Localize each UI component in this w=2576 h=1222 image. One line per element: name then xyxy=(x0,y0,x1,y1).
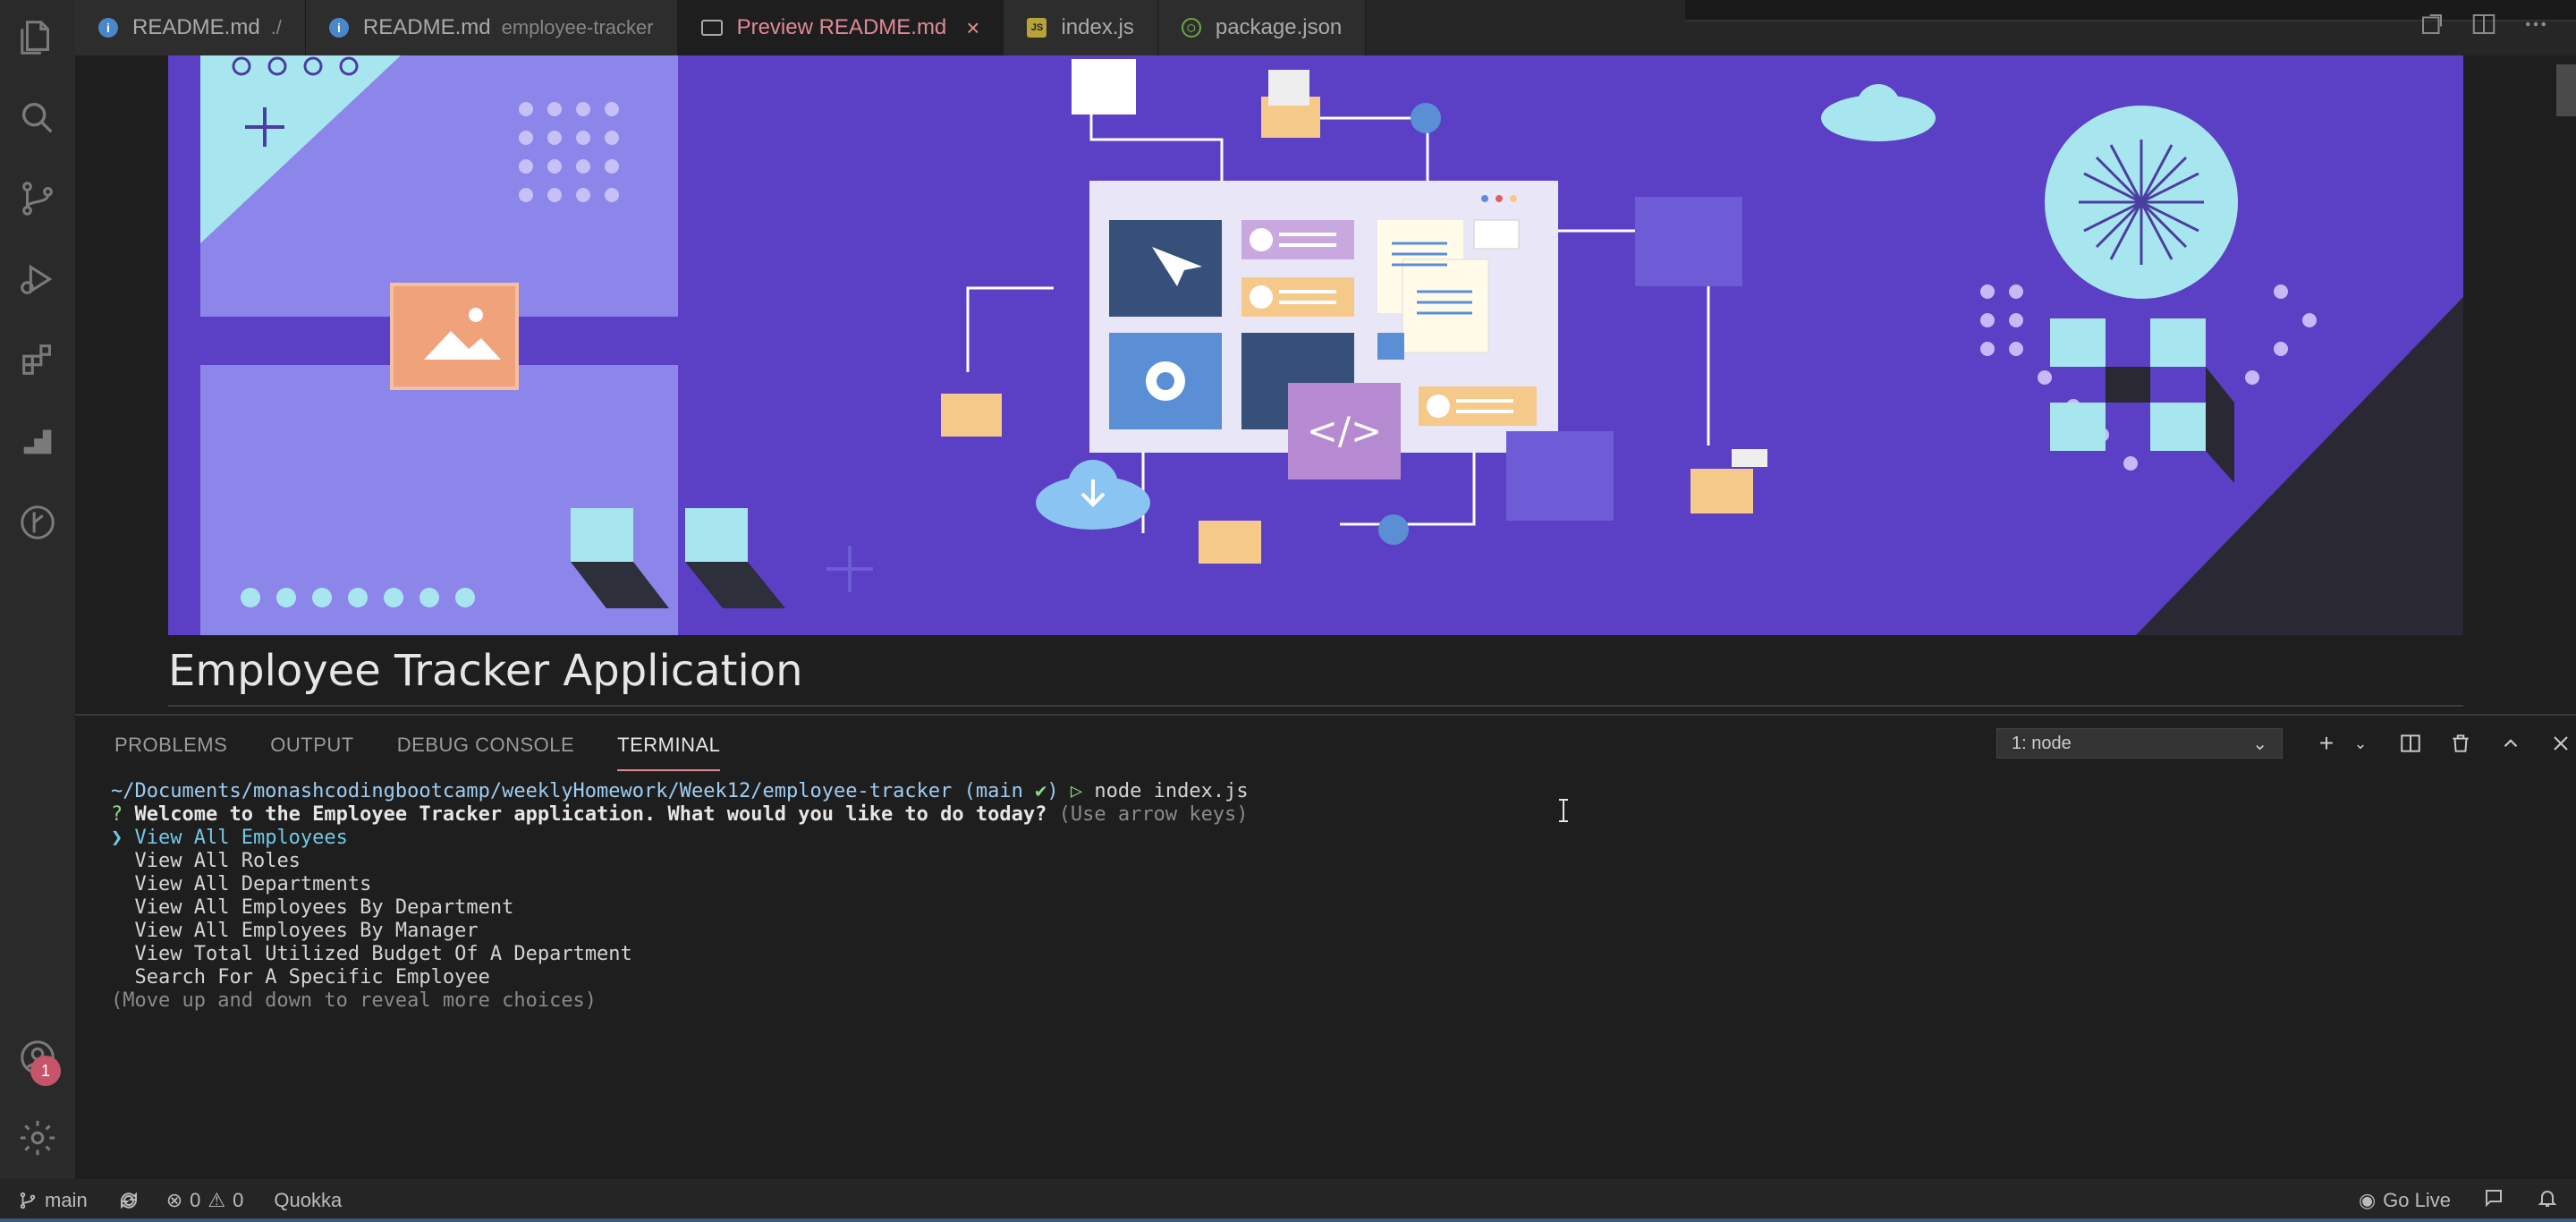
bell-icon[interactable] xyxy=(2537,1187,2558,1214)
inquirer-footer: (Move up and down to reveal more choices… xyxy=(111,989,597,1012)
branch-icon xyxy=(20,1192,36,1209)
tab-label: index.js xyxy=(1061,15,1134,39)
text-cursor-icon xyxy=(1559,799,1568,822)
chevron-down-icon[interactable]: ⌄ xyxy=(2345,728,2376,759)
terminal-question-line: ? Welcome to the Employee Tracker applic… xyxy=(111,803,1249,826)
menu-choice[interactable]: View All Employees By Department xyxy=(111,896,1249,920)
tab-debug-console[interactable]: DEBUG CONSOLE xyxy=(397,734,574,771)
chevron-down-icon: ⌄ xyxy=(2252,734,2267,754)
preview-icon xyxy=(700,20,723,36)
terminal-path: ~/Documents/monashcodingbootcamp/weeklyH… xyxy=(111,780,953,802)
js-icon: JS xyxy=(1027,18,1047,38)
tab-description: employee-tracker xyxy=(501,16,654,38)
tab-label: Preview README.md xyxy=(736,15,947,39)
terminal-command-line: ~/Documents/monashcodingbootcamp/weeklyH… xyxy=(111,780,1249,802)
terminal-output[interactable]: ~/Documents/monashcodingbootcamp/weeklyH… xyxy=(111,780,1249,1013)
inquirer-hint: (Use arrow keys) xyxy=(1058,803,1249,826)
menu-choice[interactable]: Search For A Specific Employee xyxy=(111,966,1249,989)
feedback-icon[interactable] xyxy=(2483,1187,2504,1214)
sync-icon[interactable] xyxy=(118,1190,140,1211)
open-preview-icon[interactable] xyxy=(2419,11,2445,38)
tab-label: README.md xyxy=(362,15,491,39)
problems-status[interactable]: ⊗ 0 ⚠ 0 xyxy=(166,1189,244,1212)
heading-divider xyxy=(168,705,2463,707)
activity-bar: 1 xyxy=(0,0,75,1179)
markdown-preview: </> Employee Tracker Application xyxy=(75,55,2576,714)
status-right: ◉ Go Live xyxy=(2341,1179,2558,1222)
prompt-symbol: ▷ xyxy=(1070,780,1083,802)
notification-badge: 1 xyxy=(30,1056,61,1086)
menu-choice-selected[interactable]: ❯ View All Employees xyxy=(111,827,1249,850)
error-icon: ⊗ xyxy=(165,1189,183,1211)
window-bottom-edge xyxy=(0,1218,2576,1222)
tab-label: package.json xyxy=(1215,15,1343,39)
inquirer-question: Welcome to the Employee Tracker applicat… xyxy=(134,803,1047,826)
editor-tab-bar: i README.md ./ i README.md employee-trac… xyxy=(75,0,2576,55)
tab-label: README.md xyxy=(132,15,260,39)
tab-readme-root[interactable]: i README.md ./ xyxy=(75,0,306,55)
git-branch-status[interactable]: main xyxy=(18,1189,88,1212)
close-icon[interactable]: × xyxy=(966,14,979,42)
menu-choice[interactable]: View Total Utilized Budget Of A Departme… xyxy=(111,943,1249,966)
stairs-icon[interactable] xyxy=(13,415,63,465)
more-actions-icon[interactable] xyxy=(2522,11,2549,38)
explorer-icon[interactable] xyxy=(13,13,63,63)
run-debug-icon[interactable] xyxy=(13,254,63,304)
maximize-panel-icon[interactable] xyxy=(2496,728,2526,759)
tab-problems[interactable]: PROBLEMS xyxy=(114,734,227,771)
source-control-icon[interactable] xyxy=(13,174,63,224)
tab-readme-employee-tracker[interactable]: i README.md employee-tracker xyxy=(305,0,678,55)
editor-actions xyxy=(2419,11,2549,38)
menu-choice[interactable]: View All Roles xyxy=(111,850,1249,873)
info-icon: i xyxy=(98,18,118,38)
node-icon: ⬡ xyxy=(1181,18,1201,38)
menu-choice[interactable]: View All Employees By Manager xyxy=(111,920,1249,943)
panel-actions: + ⌄ xyxy=(2311,728,2576,759)
tab-package-json[interactable]: ⬡ package.json xyxy=(1157,0,1367,55)
info-icon: i xyxy=(328,18,349,38)
menu-choice[interactable]: View All Departments xyxy=(111,873,1249,896)
go-live-button[interactable]: ◉ Go Live xyxy=(2359,1189,2451,1212)
tab-description: ./ xyxy=(270,16,282,38)
split-terminal-icon[interactable] xyxy=(2395,728,2426,759)
tab-terminal[interactable]: TERMINAL xyxy=(617,734,721,771)
bottom-panel: PROBLEMS OUTPUT DEBUG CONSOLE TERMINAL 1… xyxy=(75,714,2576,1179)
tab-preview-readme[interactable]: Preview README.md × xyxy=(677,0,1004,55)
terminal-command: node index.js xyxy=(1094,780,1249,802)
readme-heading: Employee Tracker Application xyxy=(168,646,803,696)
tab-output[interactable]: OUTPUT xyxy=(270,734,353,771)
pointer-icon: ❯ xyxy=(111,827,123,849)
preview-scrollbar[interactable] xyxy=(2556,64,2576,116)
terminal-select-value: 1: node xyxy=(2012,733,2072,753)
quokka-status[interactable]: Quokka xyxy=(274,1189,342,1212)
trash-icon[interactable] xyxy=(2445,728,2476,759)
git-graph-icon[interactable] xyxy=(13,497,63,547)
extensions-icon[interactable] xyxy=(13,335,63,385)
settings-gear-icon[interactable] xyxy=(13,1113,63,1163)
broadcast-icon: ◉ xyxy=(2358,1189,2377,1211)
close-panel-icon[interactable] xyxy=(2546,728,2576,759)
status-bar: main ⊗ 0 ⚠ 0 Quokka ◉ Go Live xyxy=(0,1179,2576,1222)
git-branch: (main xyxy=(963,780,1036,802)
search-icon[interactable] xyxy=(13,93,63,143)
branch-clean-icon: ✔ xyxy=(1035,780,1047,802)
new-terminal-icon[interactable]: + xyxy=(2311,728,2342,759)
svg-text:</>: </> xyxy=(1307,409,1383,453)
hero-banner-image: </> xyxy=(168,55,2463,635)
split-editor-icon[interactable] xyxy=(2470,11,2497,38)
panel-tabs: PROBLEMS OUTPUT DEBUG CONSOLE TERMINAL xyxy=(114,734,721,771)
tab-index-js[interactable]: JS index.js xyxy=(1004,0,1158,55)
terminal-instance-select[interactable]: 1: node ⌄ xyxy=(1996,728,2283,759)
warning-icon: ⚠ xyxy=(208,1189,226,1211)
